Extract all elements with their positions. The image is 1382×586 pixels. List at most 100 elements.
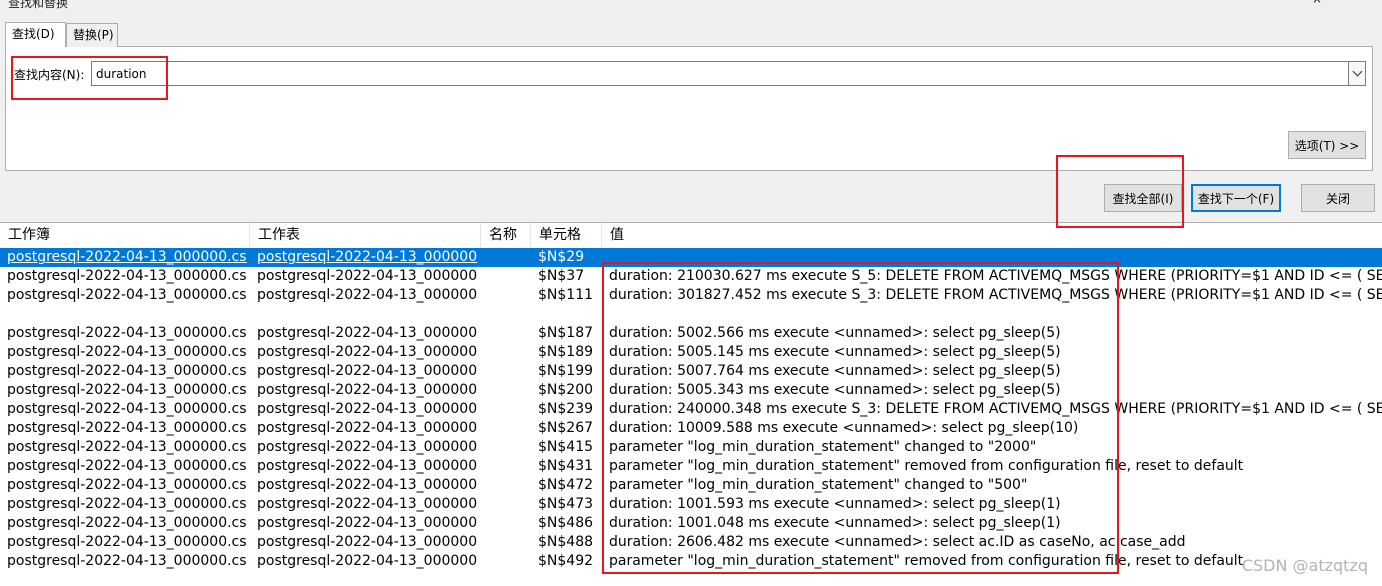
sheet-cell: postgresql-2022-04-13_000000 bbox=[257, 382, 478, 398]
table-row[interactable]: postgresql-2022-04-13_000000.csv postgres… bbox=[0, 400, 1382, 419]
value-cell: duration: 1001.048 ms execute <unnamed>:… bbox=[609, 515, 1061, 531]
table-row[interactable]: postgresql-2022-04-13_000000.csv postgres… bbox=[0, 514, 1382, 533]
cell-ref: $N$488 bbox=[538, 534, 594, 550]
workbook-cell: postgresql-2022-04-13_000000.csv bbox=[7, 249, 247, 265]
table-row[interactable]: postgresql-2022-04-13_000000.csv postgres… bbox=[0, 343, 1382, 362]
sheet-cell: postgresql-2022-04-13_000000 bbox=[257, 420, 478, 436]
cell-ref: $N$415 bbox=[538, 439, 594, 455]
cell-ref: $N$472 bbox=[538, 477, 594, 493]
table-row[interactable]: postgresql-2022-04-13_000000.csv postgres… bbox=[0, 533, 1382, 552]
table-row[interactable]: postgresql-2022-04-13_000000.csv postgres… bbox=[0, 419, 1382, 438]
sheet-cell: postgresql-2022-04-13_000000 bbox=[257, 325, 478, 341]
column-header-sheet[interactable]: 工作表 bbox=[250, 223, 481, 247]
sheet-cell: postgresql-2022-04-13_000000 bbox=[257, 287, 478, 303]
chevron-down-icon bbox=[1352, 66, 1362, 77]
workbook-cell: postgresql-2022-04-13_000000.csv bbox=[7, 401, 247, 417]
table-row[interactable]: postgresql-2022-04-13_000000.csv postgres… bbox=[0, 381, 1382, 400]
cell-ref: $N$29 bbox=[538, 249, 585, 265]
cell-ref: $N$111 bbox=[538, 287, 594, 303]
table-row[interactable]: postgresql-2022-04-13_000000.csv postgres… bbox=[0, 286, 1382, 305]
table-row[interactable]: postgresql-2022-04-13_000000.csv postgres… bbox=[0, 476, 1382, 495]
close-icon[interactable]: × bbox=[1312, 0, 1322, 6]
workbook-cell: postgresql-2022-04-13_000000.csv bbox=[7, 458, 247, 474]
sheet-cell: postgresql-2022-04-13_000000 bbox=[257, 249, 478, 265]
value-cell: parameter "log_min_duration_statement" c… bbox=[609, 439, 1037, 455]
cell-ref: $N$199 bbox=[538, 363, 594, 379]
window-title: 查找和替换 bbox=[8, 0, 69, 10]
table-row[interactable]: postgresql-2022-04-13_000000.csv postgres… bbox=[0, 324, 1382, 343]
sheet-cell: postgresql-2022-04-13_000000 bbox=[257, 534, 478, 550]
value-cell: duration: 10009.588 ms execute <unnamed>… bbox=[609, 420, 1079, 436]
options-button[interactable]: 选项(T) >> bbox=[1288, 131, 1366, 159]
cell-ref: $N$37 bbox=[538, 268, 585, 284]
sheet-cell: postgresql-2022-04-13_000000 bbox=[257, 363, 478, 379]
workbook-cell: postgresql-2022-04-13_000000.csv bbox=[7, 287, 247, 303]
workbook-cell: postgresql-2022-04-13_000000.csv bbox=[7, 325, 247, 341]
sheet-cell: postgresql-2022-04-13_000000 bbox=[257, 458, 478, 474]
table-row[interactable]: postgresql-2022-04-13_000000.csv postgres… bbox=[0, 362, 1382, 381]
column-header-cell[interactable]: 单元格 bbox=[531, 223, 602, 247]
value-cell: duration: 5005.343 ms execute <unnamed>:… bbox=[609, 382, 1061, 398]
value-cell: duration: 2606.482 ms execute <unnamed>:… bbox=[609, 534, 1186, 550]
table-row[interactable] bbox=[0, 305, 1382, 324]
value-cell: duration: 1001.593 ms execute <unnamed>:… bbox=[609, 496, 1061, 512]
find-what-label: 查找内容(N): bbox=[14, 68, 85, 82]
value-cell: parameter "log_min_duration_statement" r… bbox=[609, 458, 1244, 474]
value-cell: duration: 210030.627 ms execute S_5: DEL… bbox=[609, 268, 1382, 284]
cell-ref: $N$187 bbox=[538, 325, 594, 341]
close-button[interactable]: 关闭 bbox=[1301, 184, 1375, 212]
title-bar: 查找和替换 × bbox=[0, 0, 1382, 12]
table-row[interactable]: postgresql-2022-04-13_000000.csv postgres… bbox=[0, 552, 1382, 571]
find-what-input[interactable] bbox=[91, 61, 1349, 86]
value-cell: duration: 5002.566 ms execute <unnamed>:… bbox=[609, 325, 1061, 341]
sheet-cell: postgresql-2022-04-13_000000 bbox=[257, 344, 478, 360]
table-row-selected[interactable]: postgresql-2022-04-13_000000.csv postgres… bbox=[0, 248, 1382, 267]
sheet-cell: postgresql-2022-04-13_000000 bbox=[257, 477, 478, 493]
sheet-cell: postgresql-2022-04-13_000000 bbox=[257, 496, 478, 512]
sheet-cell: postgresql-2022-04-13_000000 bbox=[257, 439, 478, 455]
workbook-cell: postgresql-2022-04-13_000000.csv bbox=[7, 534, 247, 550]
workbook-cell: postgresql-2022-04-13_000000.csv bbox=[7, 268, 247, 284]
workbook-cell: postgresql-2022-04-13_000000.csv bbox=[7, 344, 247, 360]
workbook-cell: postgresql-2022-04-13_000000.csv bbox=[7, 553, 247, 569]
tab-find[interactable]: 查找(D) bbox=[5, 22, 66, 47]
cell-ref: $N$189 bbox=[538, 344, 594, 360]
table-row[interactable]: postgresql-2022-04-13_000000.csv postgres… bbox=[0, 457, 1382, 476]
sheet-cell: postgresql-2022-04-13_000000 bbox=[257, 553, 478, 569]
find-all-button[interactable]: 查找全部(I) bbox=[1104, 184, 1182, 212]
cell-ref: $N$267 bbox=[538, 420, 594, 436]
table-row[interactable]: postgresql-2022-04-13_000000.csv postgres… bbox=[0, 267, 1382, 286]
value-cell: duration: 240000.348 ms execute S_3: DEL… bbox=[609, 401, 1382, 417]
value-cell: duration: 5005.145 ms execute <unnamed>:… bbox=[609, 344, 1061, 360]
workbook-cell: postgresql-2022-04-13_000000.csv bbox=[7, 382, 247, 398]
cell-ref: $N$200 bbox=[538, 382, 594, 398]
workbook-cell: postgresql-2022-04-13_000000.csv bbox=[7, 515, 247, 531]
cell-ref: $N$492 bbox=[538, 553, 594, 569]
column-header-name[interactable]: 名称 bbox=[481, 223, 531, 247]
column-header-workbook[interactable]: 工作簿 bbox=[0, 223, 250, 247]
workbook-cell: postgresql-2022-04-13_000000.csv bbox=[7, 477, 247, 493]
cell-ref: $N$473 bbox=[538, 496, 594, 512]
workbook-cell: postgresql-2022-04-13_000000.csv bbox=[7, 420, 247, 436]
sheet-cell: postgresql-2022-04-13_000000 bbox=[257, 401, 478, 417]
tab-replace[interactable]: 替换(P) bbox=[66, 23, 118, 47]
workbook-cell: postgresql-2022-04-13_000000.csv bbox=[7, 363, 247, 379]
sheet-cell: postgresql-2022-04-13_000000 bbox=[257, 268, 478, 284]
results-table: 工作簿 工作表 名称 单元格 值 postgresql-2022-04-13_0… bbox=[0, 222, 1382, 586]
value-cell: duration: 5007.764 ms execute <unnamed>:… bbox=[609, 363, 1061, 379]
value-cell: duration: 301827.452 ms execute S_3: DEL… bbox=[609, 287, 1382, 303]
sheet-cell: postgresql-2022-04-13_000000 bbox=[257, 515, 478, 531]
value-cell: parameter "log_min_duration_statement" c… bbox=[609, 477, 1028, 493]
table-row[interactable]: postgresql-2022-04-13_000000.csv postgres… bbox=[0, 438, 1382, 457]
watermark: CSDN @atzqtzq bbox=[1241, 556, 1368, 575]
cell-ref: $N$239 bbox=[538, 401, 594, 417]
workbook-cell: postgresql-2022-04-13_000000.csv bbox=[7, 439, 247, 455]
workbook-cell: postgresql-2022-04-13_000000.csv bbox=[7, 496, 247, 512]
column-header-value[interactable]: 值 bbox=[602, 223, 1382, 247]
find-next-button[interactable]: 查找下一个(F) bbox=[1191, 184, 1281, 212]
cell-ref: $N$431 bbox=[538, 458, 594, 474]
cell-ref: $N$486 bbox=[538, 515, 594, 531]
find-history-dropdown[interactable] bbox=[1348, 61, 1366, 86]
table-row[interactable]: postgresql-2022-04-13_000000.csv postgres… bbox=[0, 495, 1382, 514]
find-replace-dialog: 查找和替换 × 查找(D) 替换(P) 查找内容(N): 选项(T) >> 查找… bbox=[0, 0, 1382, 586]
